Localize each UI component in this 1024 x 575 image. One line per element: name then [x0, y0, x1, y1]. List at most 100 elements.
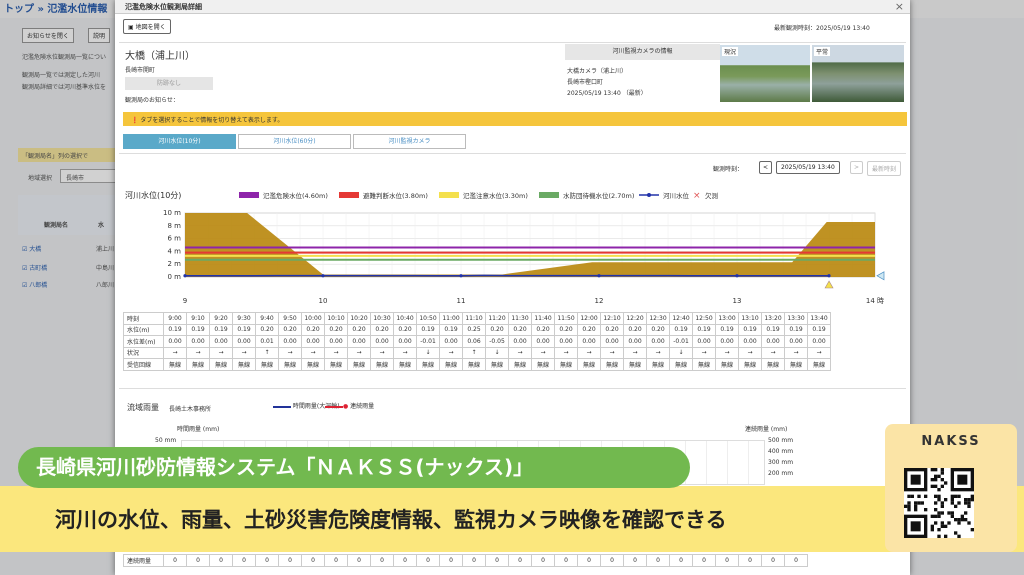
- table-cell: →: [738, 346, 762, 359]
- table-cell: 0.20: [393, 323, 417, 336]
- table-cell: 0.20: [531, 323, 555, 336]
- table-cell: 0.00: [531, 335, 555, 348]
- table-cell: →: [531, 346, 555, 359]
- table-cell: →: [761, 346, 785, 359]
- table-cell: ↑: [462, 346, 486, 359]
- prev-time-button[interactable]: <: [759, 161, 773, 174]
- qr-code-icon[interactable]: [904, 468, 974, 538]
- table-cell: 0.00: [692, 335, 716, 348]
- table-cell: 無線: [531, 358, 555, 371]
- station-office: 長崎市開町: [125, 67, 156, 74]
- table-cell: 0: [232, 554, 256, 567]
- table-cell: 0.00: [324, 335, 348, 348]
- legend-label: 避難判断水位(3.80m): [363, 191, 428, 200]
- table-cell: 0.00: [393, 335, 417, 348]
- table-cell: 無線: [554, 358, 578, 371]
- table-cell: 0.20: [646, 323, 670, 336]
- table-cell: 0.00: [738, 335, 762, 348]
- latest-time-button[interactable]: 最新時刻: [867, 161, 902, 176]
- time-input[interactable]: 2025/05/19 13:40: [776, 161, 840, 174]
- table-cell: 10:30: [370, 312, 394, 325]
- table-cell: 9:30: [232, 312, 256, 325]
- next-time-button[interactable]: >: [850, 161, 864, 174]
- table-cell: 無線: [462, 358, 486, 371]
- y-tick-label: 2 m: [168, 260, 182, 268]
- latest-time: 最新観測時刻：2025/05/19 13:40: [774, 25, 870, 32]
- table-cell: →: [600, 346, 624, 359]
- table-cell: 0.00: [347, 335, 371, 348]
- close-icon[interactable]: ×: [895, 0, 904, 13]
- table-cell: 0.00: [209, 335, 233, 348]
- table-cell: 0: [531, 554, 555, 567]
- row-label: 受信回線: [123, 358, 164, 371]
- table-cell: 0.00: [600, 335, 624, 348]
- tab-water-level-60min[interactable]: 河川水位(60分): [238, 134, 351, 149]
- tab-river-camera[interactable]: 河川監視カメラ: [353, 134, 466, 149]
- table-cell: 0.25: [462, 323, 486, 336]
- rain-office: 長崎土木事務所: [169, 406, 212, 413]
- y-tick-label: 6 m: [168, 235, 182, 243]
- table-cell: 0.00: [439, 335, 463, 348]
- table-cell: 0: [301, 554, 325, 567]
- table-cell: 無線: [738, 358, 762, 371]
- camera-photo-current-label: 現況: [722, 47, 739, 56]
- table-cell: 0: [554, 554, 578, 567]
- table-cell: 0.20: [623, 323, 647, 336]
- rain-section-title: 流域雨量: [127, 403, 159, 412]
- legend-label: 氾濫危険水位(4.60m): [263, 191, 328, 200]
- table-cell: 13:30: [784, 312, 808, 325]
- table-cell: 0.00: [278, 335, 302, 348]
- table-cell: 11:50: [554, 312, 578, 325]
- table-cell: →: [393, 346, 417, 359]
- tab-water-level-10min[interactable]: 河川水位(10分): [123, 134, 236, 149]
- table-cell: 0: [669, 554, 693, 567]
- table-cell: 0.19: [163, 323, 187, 336]
- qr-panel: NAKSS: [885, 424, 1017, 552]
- table-cell: 0.20: [508, 323, 532, 336]
- info-icon: ❗: [131, 117, 139, 124]
- rain-right-tick-3: 300 mm: [768, 459, 794, 466]
- table-cell: 0: [623, 554, 647, 567]
- table-cell: 無線: [370, 358, 394, 371]
- table-cell: 0.19: [669, 323, 693, 336]
- table-cell: 13:20: [761, 312, 785, 325]
- table-cell: →: [163, 346, 187, 359]
- table-cell: 0: [255, 554, 279, 567]
- table-cell: 0.19: [738, 323, 762, 336]
- table-cell: 0.00: [232, 335, 256, 348]
- warning-marker-icon: [824, 280, 834, 289]
- table-cell: 0.20: [278, 323, 302, 336]
- table-cell: →: [623, 346, 647, 359]
- observation-table: 時刻 9:00 9:10 9:20 9:30 9:40 9:50 10:00 10:10 10:2…: [123, 312, 831, 371]
- table-cell: 0: [416, 554, 440, 567]
- table-cell: 無線: [209, 358, 233, 371]
- table-cell: 0: [462, 554, 486, 567]
- table-cell: 0.19: [807, 323, 831, 336]
- table-cell: 無線: [761, 358, 785, 371]
- table-cell: →: [715, 346, 739, 359]
- level-row: 水位(m) 0.19 0.19 0.19 0.19 0.20 0.20 0.20 0.20 0.2…: [123, 323, 831, 336]
- table-cell: 無線: [692, 358, 716, 371]
- y-tick-label: 4 m: [168, 247, 182, 255]
- table-cell: 0: [577, 554, 601, 567]
- rain-left-axis-title: 時間雨量 (mm): [177, 426, 220, 433]
- disabled-button[interactable]: 防跡なし: [125, 77, 213, 90]
- rain-right-tick-2: 400 mm: [768, 448, 794, 455]
- open-map-button[interactable]: ▣ 地図を開く: [123, 19, 171, 34]
- table-cell: 0: [715, 554, 739, 567]
- table-cell: 0: [186, 554, 210, 567]
- table-cell: 12:50: [692, 312, 716, 325]
- table-cell: 0: [508, 554, 532, 567]
- table-cell: 0: [347, 554, 371, 567]
- table-cell: 0.20: [554, 323, 578, 336]
- water-level-point: [321, 274, 325, 278]
- table-cell: →: [692, 346, 716, 359]
- table-cell: -0.01: [416, 335, 440, 348]
- table-cell: 10:00: [301, 312, 325, 325]
- legend-label: 氾濫注意水位(3.30m): [463, 191, 528, 200]
- table-cell: 無線: [485, 358, 509, 371]
- table-cell: 12:10: [600, 312, 624, 325]
- table-cell: 0.19: [232, 323, 256, 336]
- water-level-point: [597, 274, 601, 278]
- table-cell: →: [186, 346, 210, 359]
